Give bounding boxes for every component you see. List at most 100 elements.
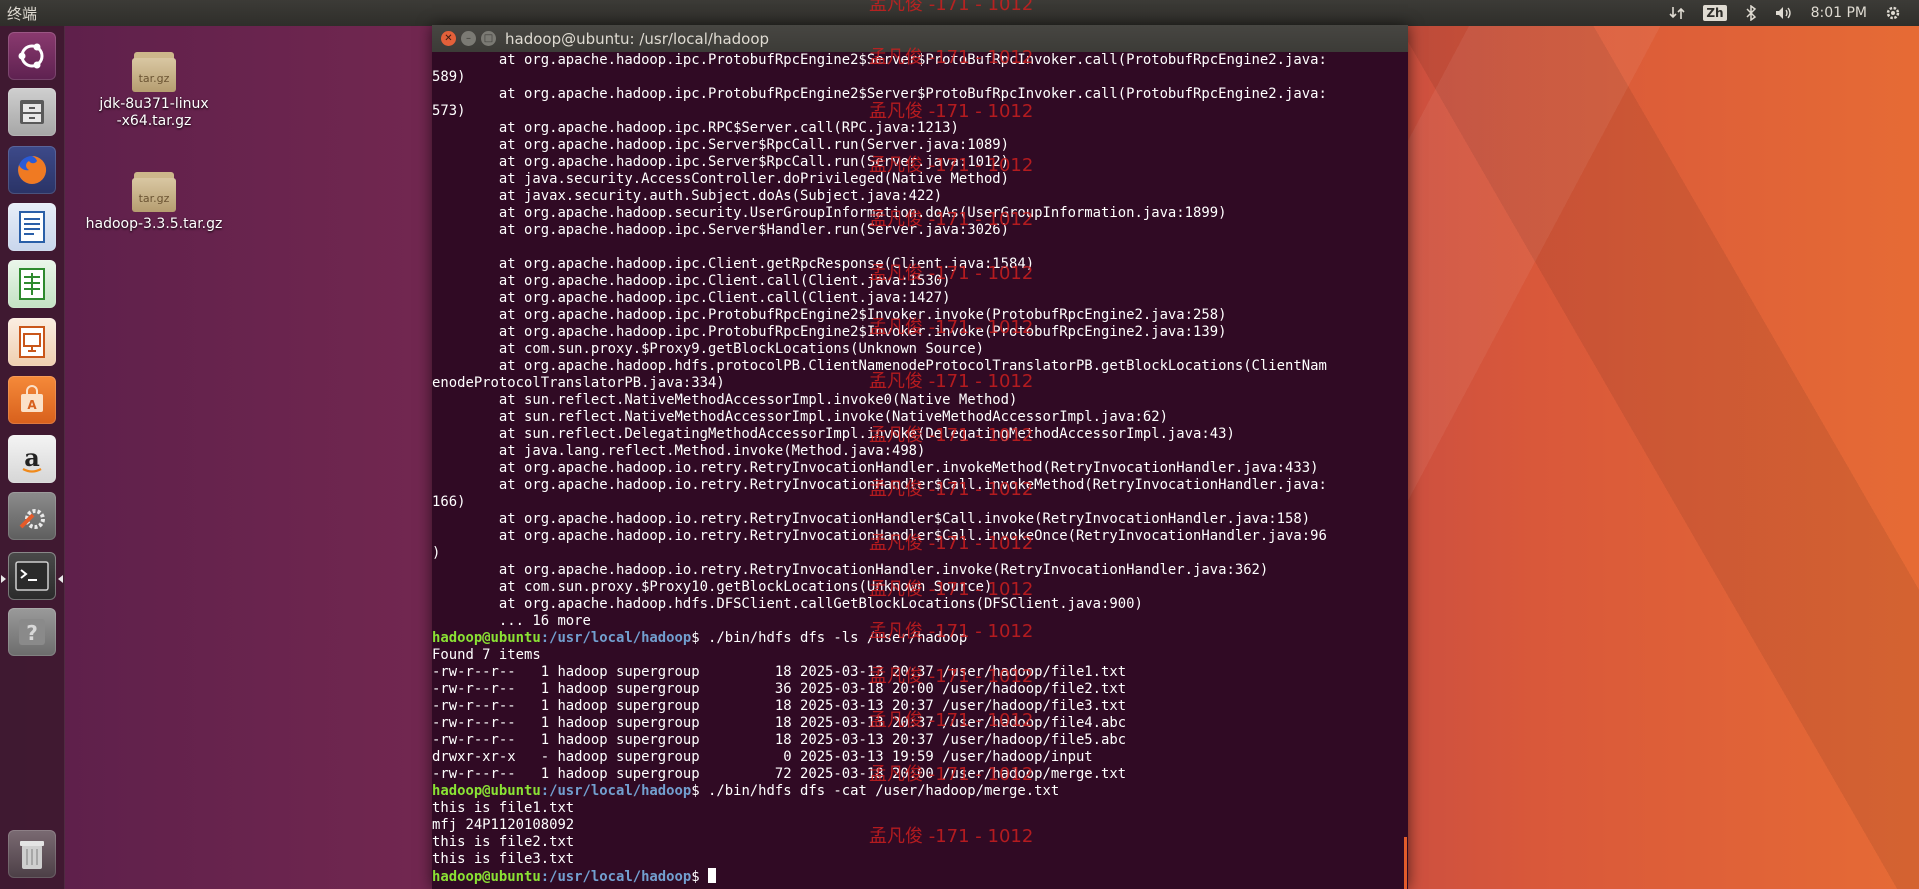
terminal-output[interactable]: at org.apache.hadoop.ipc.ProtobufRpcEngi… [432,52,1408,889]
output-line: -rw-r--r-- 1 hadoop supergroup 36 2025-0… [432,681,1127,697]
help-icon: ? [19,619,45,645]
prompt-user: hadoop@ubuntu [432,783,541,799]
launcher-trash[interactable] [8,830,56,878]
prompt-command: $ [691,869,708,885]
output-line: -rw-r--r-- 1 hadoop supergroup 18 2025-0… [432,698,1127,714]
output-line: at org.apache.hadoop.io.retry.RetryInvoc… [432,460,1319,476]
window-title: hadoop@ubuntu: /usr/local/hadoop [505,30,770,48]
output-line: at org.apache.hadoop.ipc.ProtobufRpcEngi… [432,307,1227,323]
close-button[interactable]: ✕ [441,31,456,46]
desktop-icon-hadoop[interactable]: tar.gz hadoop-3.3.5.tar.gz [84,172,224,233]
prompt-path: :/usr/local/hadoop [540,783,692,799]
launcher-writer[interactable] [8,203,56,251]
output-line: 166) [432,494,466,510]
launcher-amazon[interactable]: a [8,435,56,483]
launcher-help[interactable]: ? [8,608,56,656]
output-line: -rw-r--r-- 1 hadoop supergroup 18 2025-0… [432,732,1127,748]
close-icon: ✕ [444,32,453,44]
text-cursor [708,868,716,883]
maximize-button[interactable]: □ [481,31,496,46]
desktop-icon-jdk[interactable]: tar.gz jdk-8u371-linux-x64.tar.gz [84,52,224,130]
output-line: at org.apache.hadoop.ipc.Client.call(Cli… [432,290,951,306]
network-icon[interactable] [1669,5,1685,21]
output-line: at org.apache.hadoop.hdfs.protocolPB.Cli… [432,358,1327,374]
prompt-command: $ ./bin/hdfs dfs -ls /user/hadoop [691,630,968,646]
minimize-button[interactable]: – [461,31,476,46]
svg-text:a: a [24,443,40,472]
bluetooth-icon[interactable] [1745,5,1757,21]
output-line: at org.apache.hadoop.ipc.Server$RpcCall.… [432,154,1010,170]
terminal-icon [15,561,49,591]
active-app-name[interactable]: 终端 [0,3,37,24]
top-panel: 终端 Zh 8:01 PM [0,0,1919,26]
spreadsheet-icon [19,268,45,300]
output-line: at org.apache.hadoop.ipc.ProtobufRpcEngi… [432,324,1227,340]
shopping-bag-icon: A [21,385,43,412]
settings-gear-icon[interactable] [1885,5,1901,21]
output-line: drwxr-xr-x - hadoop supergroup 0 2025-03… [432,749,1093,765]
terminal-titlebar[interactable]: ✕ – □ hadoop@ubuntu: /usr/local/hadoop [432,25,1408,52]
wrench-gear-icon [19,509,45,529]
output-line: -rw-r--r-- 1 hadoop supergroup 72 2025-0… [432,766,1127,782]
launcher-calc[interactable] [8,260,56,308]
file-cabinet-icon [20,100,44,124]
launcher-software-center[interactable]: A [8,376,56,424]
output-line: at com.sun.proxy.$Proxy9.getBlockLocatio… [432,341,984,357]
output-line: at org.apache.hadoop.ipc.Client.call(Cli… [432,273,951,289]
archive-icon: tar.gz [132,172,176,212]
prompt-line: hadoop@ubuntu:/usr/local/hadoop$ ./bin/h… [432,783,1408,800]
trash-icon [20,841,44,869]
focused-indicator-icon [58,575,63,583]
output-line: -rw-r--r-- 1 hadoop supergroup 18 2025-0… [432,664,1127,680]
launcher-ubuntu-dash[interactable] [8,32,56,80]
prompt-user: hadoop@ubuntu [432,630,541,646]
ubuntu-logo-icon [18,43,44,69]
output-line: at java.security.AccessController.doPriv… [432,171,1010,187]
output-line: 589) [432,69,466,85]
output-line: at org.apache.hadoop.io.retry.RetryInvoc… [432,477,1327,493]
output-line: at org.apache.hadoop.security.UserGroupI… [432,205,1227,221]
output-line: at com.sun.proxy.$Proxy10.getBlockLocati… [432,579,993,595]
output-line: Found 7 items [432,647,541,663]
output-line: enodeProtocolTranslatorPB.java:334) [432,375,725,391]
scrollbar-indicator[interactable] [1404,837,1407,889]
output-line: at org.apache.hadoop.hdfs.DFSClient.call… [432,596,1143,612]
svg-text:A: A [27,398,37,412]
output-line: ... 16 more [432,613,591,629]
output-line: at org.apache.hadoop.ipc.ProtobufRpcEngi… [432,52,1327,68]
output-line: at sun.reflect.NativeMethodAccessorImpl.… [432,392,1018,408]
volume-icon[interactable] [1775,5,1793,21]
desktop-icon-label: hadoop-3.3.5.tar.gz [85,216,223,232]
document-icon [19,211,45,243]
firefox-icon [18,155,47,184]
archive-icon: tar.gz [132,52,176,92]
output-line: at org.apache.hadoop.ipc.RPC$Server.call… [432,120,959,136]
presentation-icon [19,326,45,358]
system-tray: Zh 8:01 PM [1669,0,1919,26]
output-line: at org.apache.hadoop.ipc.Client.getRpcRe… [432,256,1035,272]
prompt-user: hadoop@ubuntu [432,869,541,885]
launcher-firefox[interactable] [8,146,56,194]
clock[interactable]: 8:01 PM [1811,5,1867,21]
prompt-path: :/usr/local/hadoop [540,869,692,885]
output-line: at sun.reflect.NativeMethodAccessorImpl.… [432,409,1168,425]
prompt-command: $ ./bin/hdfs dfs -cat /user/hadoop/merge… [691,783,1060,799]
amazon-icon: a [22,443,42,473]
output-line: this is file3.txt [432,851,575,867]
terminal-window[interactable]: ✕ – □ hadoop@ubuntu: /usr/local/hadoop a… [432,25,1408,889]
output-line: this is file1.txt [432,800,575,816]
output-line: at org.apache.hadoop.ipc.Server$Handler.… [432,222,1010,238]
output-line: mfj 24P1120108092 [432,817,575,833]
output-line: at org.apache.hadoop.ipc.Server$RpcCall.… [432,137,1010,153]
minimize-icon: – [466,32,471,44]
launcher-impress[interactable] [8,318,56,366]
svg-text:?: ? [26,621,38,645]
launcher-terminal[interactable] [8,552,56,600]
prompt-line: hadoop@ubuntu:/usr/local/hadoop$ [432,868,1408,885]
input-method-indicator[interactable]: Zh [1703,5,1727,21]
launcher-files[interactable] [8,88,56,136]
launcher-system-settings[interactable] [8,492,56,540]
output-line: this is file2.txt [432,834,575,850]
launcher: A a ? [0,26,65,889]
